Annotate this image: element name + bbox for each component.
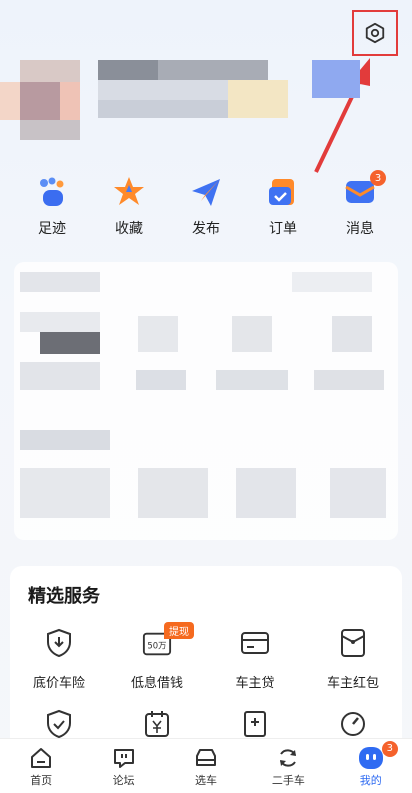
gear-icon [365, 22, 385, 44]
services-title: 精选服务 [28, 586, 100, 607]
profile-badge: 3 [381, 740, 398, 757]
shield-down-icon [44, 628, 74, 658]
nav-label: 选车 [194, 773, 217, 787]
profile-icon [358, 745, 384, 771]
paper-plane-icon [188, 174, 224, 210]
nav-profile[interactable]: 3 我的 [336, 740, 406, 788]
quick-action-footprint[interactable]: 足迹 [20, 174, 84, 244]
withdraw-tag: 提现 [164, 622, 194, 639]
order-icon [265, 174, 301, 210]
services-grid: 底价车险 提现 50万 低息借钱 车主贷 车主红包 [10, 622, 402, 739]
car-icon [193, 745, 219, 771]
service-item[interactable] [10, 709, 108, 739]
recycle-icon [275, 745, 301, 771]
home-icon [28, 745, 54, 771]
service-label: 底价车险 [32, 676, 85, 691]
nav-label: 二手车 [271, 773, 305, 787]
service-insurance[interactable]: 底价车险 [10, 628, 108, 691]
quick-action-label: 订单 [269, 221, 297, 237]
nav-forum[interactable]: 论坛 [89, 745, 159, 788]
speedometer-icon [338, 709, 368, 739]
nav-label: 我的 [359, 773, 382, 787]
service-item[interactable] [108, 709, 206, 739]
quick-action-favorites[interactable]: 收藏 [97, 174, 161, 244]
quick-action-orders[interactable]: 订单 [251, 174, 315, 244]
quick-actions: 足迹 收藏 发布 订单 3 消息 [0, 170, 412, 244]
red-envelope-icon [338, 628, 368, 658]
quick-action-label: 收藏 [115, 221, 143, 237]
quick-action-label: 足迹 [38, 221, 66, 237]
nav-label: 论坛 [112, 773, 135, 787]
settings-button[interactable] [352, 10, 398, 56]
quick-action-label: 发布 [192, 221, 220, 237]
message-badge: 3 [370, 170, 386, 186]
quick-action-label: 消息 [346, 221, 374, 237]
profile-header-blurred [0, 60, 360, 140]
service-item[interactable] [206, 709, 304, 739]
service-label: 车主红包 [326, 676, 379, 691]
icon-text: 50万 [147, 641, 166, 651]
calendar-yen-icon [142, 709, 172, 739]
service-item[interactable] [304, 709, 402, 739]
nav-label: 首页 [30, 773, 53, 787]
footprint-icon [34, 174, 70, 210]
nav-select-car[interactable]: 选车 [171, 745, 241, 788]
service-car-owner-loan[interactable]: 车主贷 [206, 628, 304, 691]
quick-action-messages[interactable]: 3 消息 [328, 170, 392, 244]
document-plus-icon [240, 709, 270, 739]
nav-home[interactable]: 首页 [6, 745, 76, 788]
service-label: 车主贷 [235, 676, 275, 691]
forum-icon [111, 745, 137, 771]
service-loan[interactable]: 提现 50万 低息借钱 [108, 622, 206, 691]
card-icon [240, 628, 270, 658]
nav-used-car[interactable]: 二手车 [253, 745, 323, 788]
service-red-envelope[interactable]: 车主红包 [304, 628, 402, 691]
shield-check-icon [44, 709, 74, 739]
quick-action-publish[interactable]: 发布 [174, 174, 238, 244]
blurred-content-card [14, 262, 398, 540]
service-label: 低息借钱 [130, 676, 183, 691]
star-icon [111, 174, 147, 210]
bottom-navigation: 首页 论坛 选车 二手车 3 我的 [0, 738, 412, 793]
